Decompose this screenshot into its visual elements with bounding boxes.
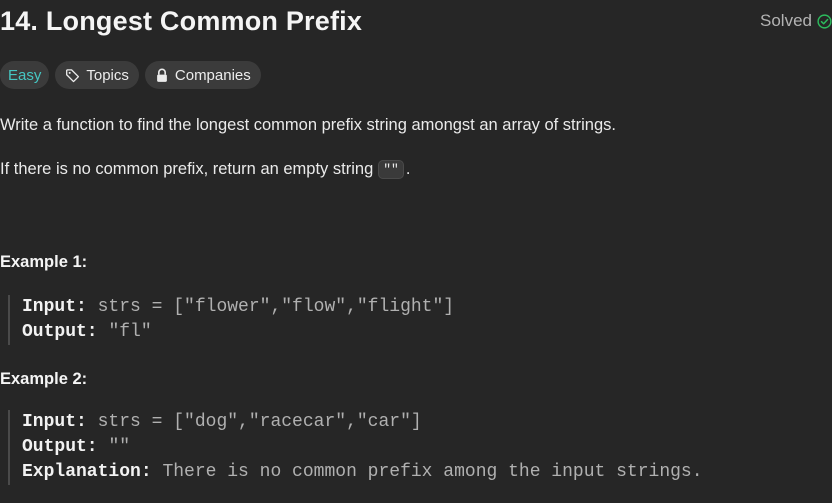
- description-text: If there is no common prefix, return an …: [0, 160, 374, 178]
- example-2-heading: Example 2:: [0, 370, 88, 388]
- inline-code: "": [378, 160, 404, 179]
- input-label: Input:: [22, 412, 87, 432]
- solved-label: Solved: [760, 11, 812, 30]
- example-1-output-line: Output: "fl": [22, 320, 454, 345]
- output-value: "": [108, 437, 131, 457]
- example-2-input-line: Input: strs = ["dog","racecar","car"]: [22, 410, 703, 435]
- topics-label: Topics: [86, 66, 129, 84]
- check-circle-icon: [817, 13, 832, 29]
- example-2-output-line: Output: "": [22, 435, 703, 460]
- example-1-input-line: Input: strs = ["flower","flow","flight"]: [22, 295, 454, 320]
- example-2-block: Input: strs = ["dog","racecar","car"] Ou…: [8, 410, 703, 485]
- description-paragraph-2: If there is no common prefix, return an …: [0, 160, 410, 179]
- problem-title: 14. Longest Common Prefix: [0, 6, 363, 36]
- tag-icon: [65, 68, 80, 83]
- explanation-value: There is no common prefix among the inpu…: [162, 462, 703, 482]
- tag-row: Easy Topics Companies: [0, 61, 261, 89]
- input-value: strs = ["flower","flow","flight"]: [97, 297, 455, 317]
- example-1-block: Input: strs = ["flower","flow","flight"]…: [8, 295, 454, 345]
- example-2-explanation-line: Explanation: There is no common prefix a…: [22, 460, 703, 485]
- output-label: Output:: [22, 322, 98, 342]
- example-1-heading: Example 1:: [0, 253, 88, 271]
- input-value: strs = ["dog","racecar","car"]: [97, 412, 422, 432]
- lock-icon: [155, 68, 169, 83]
- description-period: .: [405, 160, 411, 178]
- companies-label: Companies: [174, 66, 251, 84]
- companies-button[interactable]: Companies: [144, 61, 261, 89]
- explanation-label: Explanation:: [22, 462, 152, 482]
- description-paragraph-1: Write a function to find the longest com…: [0, 116, 616, 134]
- difficulty-label: Easy: [8, 66, 42, 84]
- solved-status: Solved: [760, 11, 832, 31]
- output-label: Output:: [22, 437, 98, 457]
- difficulty-badge[interactable]: Easy: [0, 61, 50, 89]
- input-label: Input:: [22, 297, 87, 317]
- problem-description-panel: 14. Longest Common Prefix Solved Easy To…: [0, 0, 832, 503]
- output-value: "fl": [108, 322, 152, 342]
- topics-button[interactable]: Topics: [55, 61, 139, 89]
